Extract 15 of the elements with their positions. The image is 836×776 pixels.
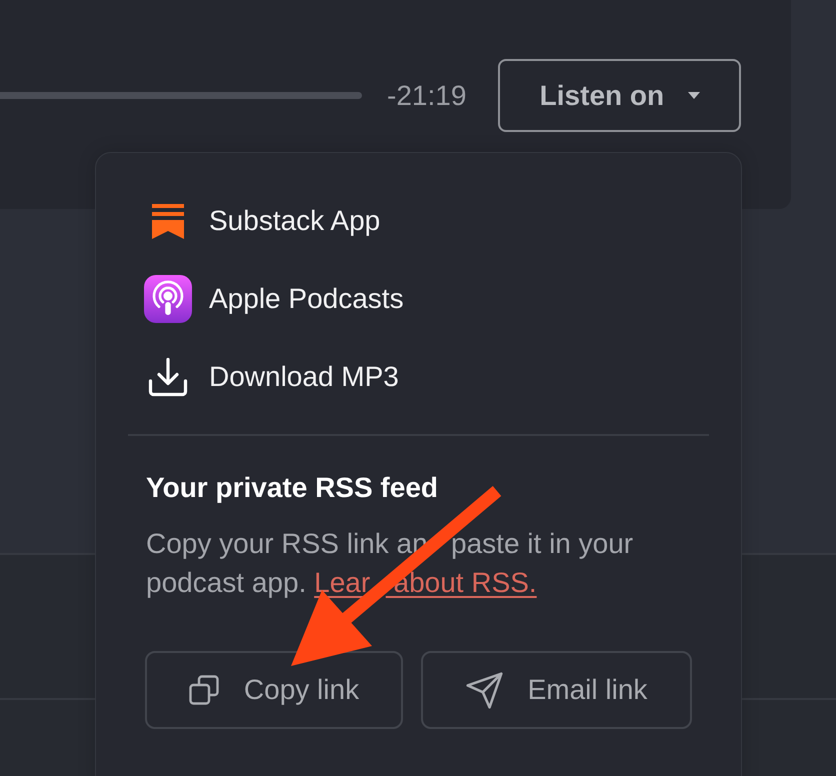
progress-track[interactable] bbox=[0, 92, 362, 99]
menu-item[interactable]: Download MP3 bbox=[144, 349, 399, 405]
listen-on-button[interactable]: Listen on bbox=[498, 59, 742, 132]
send-icon bbox=[466, 672, 503, 708]
learn-link[interactable]: Lear about RSS. bbox=[314, 567, 537, 598]
copy-icon bbox=[188, 675, 219, 705]
podcast-icon bbox=[144, 275, 192, 323]
menu-item[interactable]: Apple Podcasts bbox=[144, 271, 404, 327]
menu-item[interactable]: Substack App bbox=[144, 193, 380, 249]
caret-icon bbox=[688, 92, 700, 99]
stacked-bookmark-icon bbox=[152, 204, 184, 238]
email-link-button[interactable]: Email link bbox=[421, 651, 692, 729]
download-icon bbox=[148, 357, 188, 397]
time-remaining: -21:19 bbox=[387, 78, 466, 112]
section-heading: Your private RSS feed bbox=[146, 471, 438, 505]
